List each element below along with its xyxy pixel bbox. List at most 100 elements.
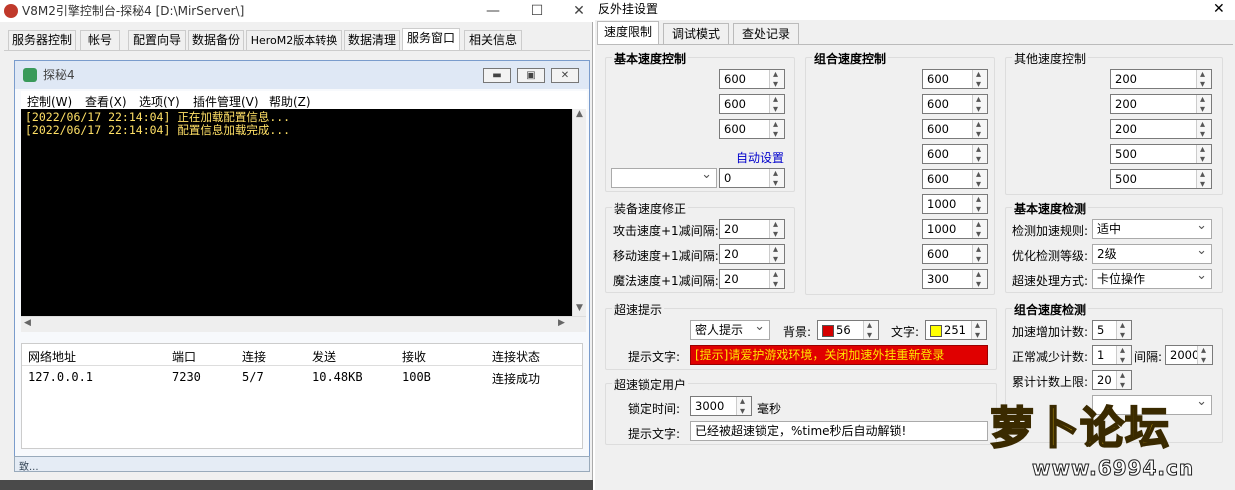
spinner-arrows-icon[interactable] bbox=[1197, 342, 1212, 370]
minimize-icon[interactable]: — bbox=[478, 0, 508, 22]
scroll-down-icon[interactable]: ▼ bbox=[576, 303, 583, 313]
column-header[interactable]: 连接 bbox=[242, 348, 266, 365]
attack-speed-spinner[interactable]: 600 bbox=[719, 66, 785, 94]
tab-punish-records[interactable]: 查处记录 bbox=[733, 23, 799, 45]
spinner-arrows-icon[interactable] bbox=[972, 166, 987, 194]
vertical-scrollbar[interactable]: ▲ ▼ bbox=[572, 109, 586, 316]
spinner-arrows-icon[interactable] bbox=[972, 266, 987, 294]
menu-plugins[interactable]: 插件管理(V) bbox=[193, 93, 259, 110]
auto-setting-link[interactable]: 自动设置 bbox=[736, 149, 784, 166]
decrease-count-spinner[interactable]: 1 bbox=[1092, 342, 1132, 370]
scroll-up-icon[interactable]: ▲ bbox=[576, 109, 583, 119]
menu-options[interactable]: 选项(Y) bbox=[139, 93, 180, 110]
spinner-arrows-icon[interactable] bbox=[769, 266, 784, 294]
spinner-arrows-icon[interactable] bbox=[972, 216, 987, 244]
maximize-icon[interactable]: ☐ bbox=[522, 0, 552, 22]
lock-time-spinner[interactable]: 3000 bbox=[690, 393, 752, 421]
hint-mode-select[interactable]: 密人提示 bbox=[690, 318, 770, 340]
increase-count-spinner[interactable]: 5 bbox=[1092, 317, 1132, 345]
column-header[interactable]: 网络地址 bbox=[28, 348, 76, 365]
tab-server-control[interactable]: 服务器控制 bbox=[8, 30, 76, 50]
spinner-arrows-icon[interactable] bbox=[972, 141, 987, 169]
detect-rule-select[interactable]: 适中 bbox=[1092, 217, 1212, 239]
spinner-arrows-icon[interactable] bbox=[1196, 141, 1211, 169]
spinner-arrows-icon[interactable] bbox=[769, 116, 784, 144]
combo-speed-spinner[interactable]: 600 bbox=[922, 166, 988, 194]
combo-speed-spinner[interactable]: 1000 bbox=[922, 191, 988, 219]
scroll-right-icon[interactable]: ▶ bbox=[558, 318, 565, 328]
attack-reduce-spinner[interactable]: 20 bbox=[719, 216, 785, 244]
spinner-arrows-icon[interactable] bbox=[971, 317, 986, 345]
close-icon[interactable]: ✕ bbox=[551, 68, 579, 83]
spinner-arrows-icon[interactable] bbox=[972, 91, 987, 119]
close-icon[interactable]: ✕ bbox=[565, 0, 593, 22]
spinner-arrows-icon[interactable] bbox=[1196, 166, 1211, 194]
tab-speed-limit[interactable]: 速度限制 bbox=[597, 21, 659, 45]
tab-debug-mode[interactable]: 调试模式 bbox=[663, 23, 729, 45]
other-speed-spinner[interactable]: 500 bbox=[1110, 141, 1212, 169]
taskbar-item[interactable]: 致... bbox=[19, 458, 39, 473]
maximize-icon[interactable]: ▣ bbox=[517, 68, 545, 83]
spinner-arrows-icon[interactable] bbox=[972, 116, 987, 144]
spinner-arrows-icon[interactable] bbox=[972, 66, 987, 94]
tab-service-window[interactable]: 服务窗口 bbox=[402, 28, 460, 50]
speed-preset-select[interactable] bbox=[611, 166, 717, 188]
overspeed-action-select[interactable]: 卡位操作 bbox=[1092, 267, 1212, 289]
magic-speed-spinner[interactable]: 600 bbox=[719, 116, 785, 144]
spinner-arrows-icon[interactable] bbox=[769, 216, 784, 244]
move-reduce-spinner[interactable]: 20 bbox=[719, 241, 785, 269]
interval-spinner[interactable]: 2000 bbox=[1165, 342, 1213, 370]
spinner-arrows-icon[interactable] bbox=[736, 393, 751, 421]
spinner-arrows-icon[interactable] bbox=[1116, 317, 1131, 345]
tab-data-clean[interactable]: 数据清理 bbox=[344, 30, 400, 50]
menu-view[interactable]: 查看(X) bbox=[85, 93, 127, 110]
combo-speed-spinner[interactable]: 300 bbox=[922, 266, 988, 294]
bg-color-spinner[interactable]: 56 bbox=[817, 317, 879, 345]
close-icon[interactable]: ✕ bbox=[1213, 0, 1225, 18]
spinner-arrows-icon[interactable] bbox=[769, 241, 784, 269]
spinner-arrows-icon[interactable] bbox=[863, 317, 878, 345]
spinner-arrows-icon[interactable] bbox=[1196, 91, 1211, 119]
detect-level-select[interactable]: 2级 bbox=[1092, 242, 1212, 264]
minimize-icon[interactable]: ▬ bbox=[483, 68, 511, 83]
other-speed-spinner[interactable]: 200 bbox=[1110, 66, 1212, 94]
tab-config-wizard[interactable]: 配置向导 bbox=[128, 30, 186, 50]
text-color-spinner[interactable]: 251 bbox=[925, 317, 987, 345]
tab-herom2-convert[interactable]: HeroM2版本转换 bbox=[246, 30, 342, 50]
limit-spinner[interactable]: 20 bbox=[1092, 367, 1132, 395]
combo-speed-spinner[interactable]: 600 bbox=[922, 116, 988, 144]
combo-speed-spinner[interactable]: 600 bbox=[922, 66, 988, 94]
column-header[interactable]: 连接状态 bbox=[492, 348, 540, 365]
spinner-arrows-icon[interactable] bbox=[972, 191, 987, 219]
tab-account[interactable]: 帐号 bbox=[80, 30, 120, 50]
other-speed-spinner[interactable]: 200 bbox=[1110, 116, 1212, 144]
preset-spinner[interactable]: 0 bbox=[719, 165, 785, 193]
spinner-arrows-icon[interactable] bbox=[769, 91, 784, 119]
column-header[interactable]: 端口 bbox=[172, 348, 196, 365]
spinner-arrows-icon[interactable] bbox=[769, 165, 784, 193]
spinner-arrows-icon[interactable] bbox=[1196, 116, 1211, 144]
combo-speed-spinner[interactable]: 600 bbox=[922, 141, 988, 169]
magic-reduce-spinner[interactable]: 20 bbox=[719, 266, 785, 294]
other-speed-spinner[interactable]: 500 bbox=[1110, 166, 1212, 194]
tab-related-info[interactable]: 相关信息 bbox=[464, 30, 522, 50]
spinner-arrows-icon[interactable] bbox=[1116, 342, 1131, 370]
spinner-arrows-icon[interactable] bbox=[972, 241, 987, 269]
scroll-left-icon[interactable]: ◀ bbox=[24, 318, 31, 328]
spinner-arrows-icon[interactable] bbox=[769, 66, 784, 94]
tab-data-backup[interactable]: 数据备份 bbox=[188, 30, 244, 50]
column-header[interactable]: 接收 bbox=[402, 348, 426, 365]
column-header[interactable]: 发送 bbox=[312, 348, 336, 365]
combo-speed-spinner[interactable]: 600 bbox=[922, 91, 988, 119]
other-speed-spinner[interactable]: 200 bbox=[1110, 91, 1212, 119]
menu-help[interactable]: 帮助(Z) bbox=[269, 93, 311, 110]
menu-control[interactable]: 控制(W) bbox=[27, 93, 72, 110]
spinner-arrows-icon[interactable] bbox=[1196, 66, 1211, 94]
combo-speed-spinner[interactable]: 1000 bbox=[922, 216, 988, 244]
combo-speed-spinner[interactable]: 600 bbox=[922, 241, 988, 269]
lock-text-input[interactable]: 已经被超速锁定，%time秒后自动解锁! bbox=[690, 421, 988, 441]
horizontal-scrollbar[interactable]: ◀ ▶ bbox=[21, 316, 586, 332]
hint-text-input[interactable]: [提示]请爱护游戏环境，关闭加速外挂重新登录 bbox=[690, 345, 988, 365]
move-speed-spinner[interactable]: 600 bbox=[719, 91, 785, 119]
spinner-arrows-icon[interactable] bbox=[1116, 367, 1131, 395]
